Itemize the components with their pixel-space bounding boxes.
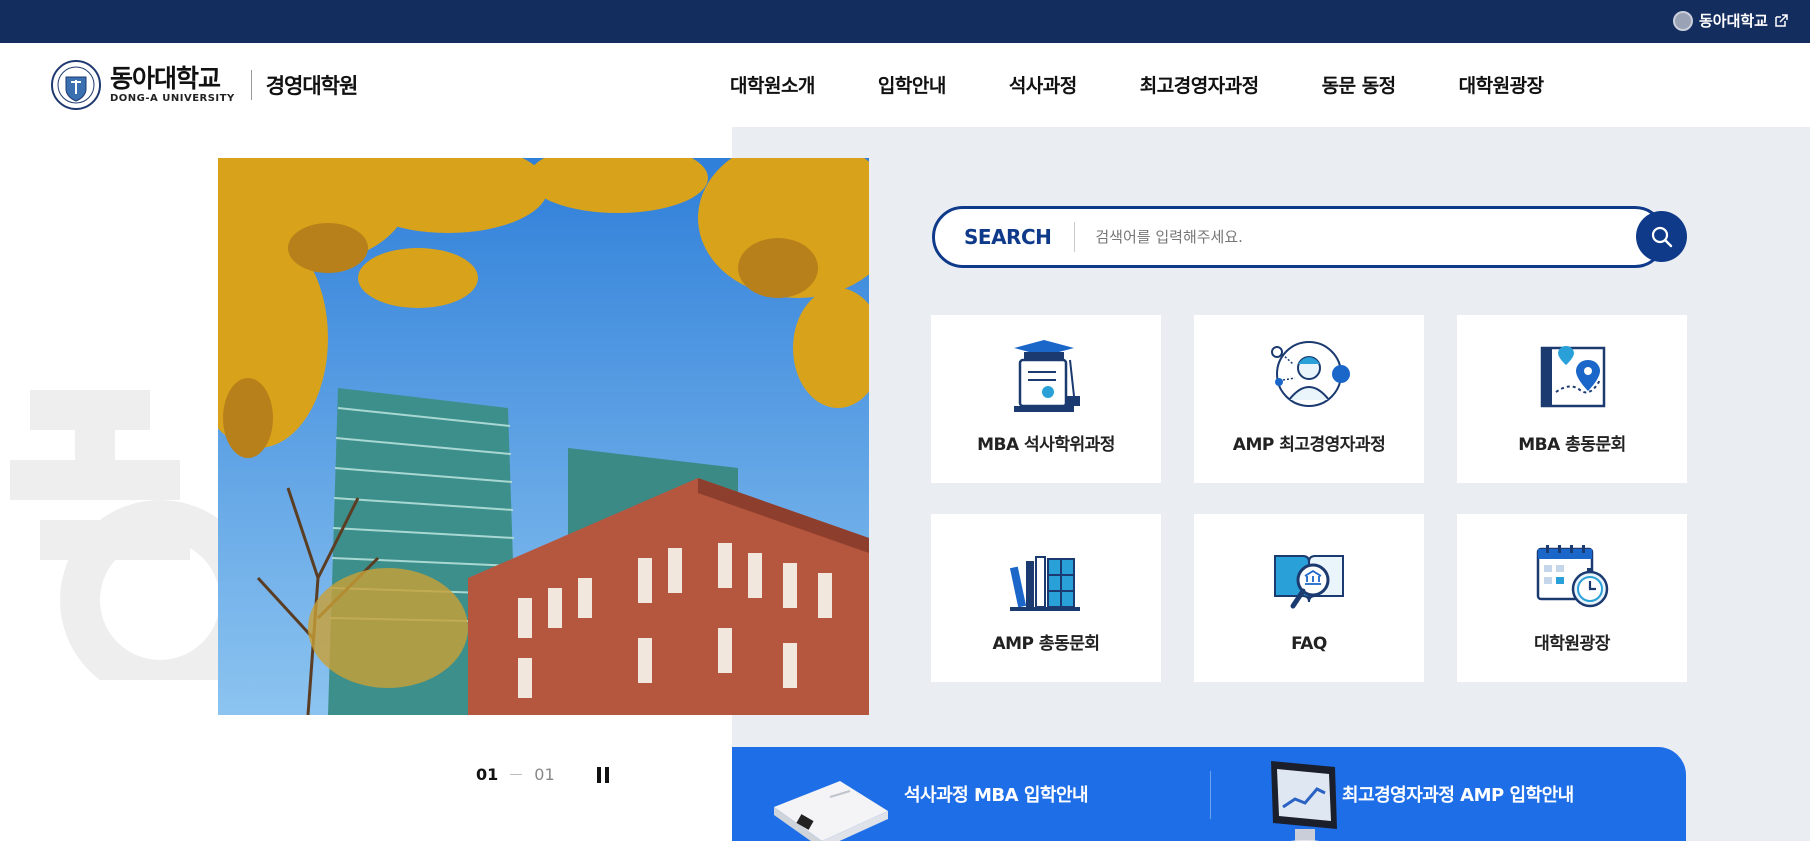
nav-item-masters[interactable]: 석사과정 [1009, 71, 1077, 98]
campus-photo-icon [218, 158, 869, 715]
pause-icon[interactable] [596, 766, 609, 783]
search-separator [1074, 222, 1076, 252]
search-button[interactable] [1636, 211, 1687, 262]
university-home-link[interactable]: 동아대학교 [1672, 10, 1788, 31]
quick-menu-mba-degree[interactable]: MBA 석사학위과정 [931, 315, 1161, 483]
quick-menu-plaza[interactable]: 대학원광장 [1457, 514, 1687, 682]
slide-total-number: 01 [534, 765, 555, 784]
logo-divider [250, 70, 252, 100]
hero-campus-image [218, 158, 869, 715]
university-emblem-icon [51, 60, 101, 110]
document-folder-icon [774, 781, 888, 841]
quick-menu-label: FAQ [1291, 634, 1327, 654]
quick-menu-label: MBA 총동문회 [1518, 435, 1626, 455]
site-logo[interactable]: 동아대학교 DONG-A UNIVERSITY 경영대학원 [50, 59, 359, 111]
nav-item-about[interactable]: 대학원소개 [730, 71, 815, 98]
university-home-label: 동아대학교 [1698, 12, 1768, 30]
quick-menu-mba-alumni[interactable]: MBA 총동문회 [1457, 315, 1687, 483]
diploma-icon [1014, 340, 1080, 412]
logo-english-name: DONG-A UNIVERSITY [110, 93, 235, 104]
books-icon [1009, 556, 1080, 611]
admission-banner: 석사과정 MBA 입학안내 최고경영자과정 AMP 입학안내 [732, 747, 1686, 841]
amp-admission-link[interactable]: 최고경영자과정 AMP 입학안내 [1209, 747, 1686, 841]
university-seal-icon [1672, 10, 1693, 31]
search-icon [1651, 226, 1672, 247]
calendar-clock-icon [1536, 545, 1609, 608]
external-link-icon [1775, 13, 1788, 27]
site-header: 동아대학교 DONG-A UNIVERSITY 경영대학원 대학원소개 입학안내… [0, 43, 1810, 127]
quick-menu-grid: MBA 석사학위과정 AMP 최고경영자과정 MBA 총동문회 AMP 총동문회… [931, 315, 1687, 682]
top-utility-bar: 동아대학교 [0, 0, 1810, 43]
search-label: SEARCH [964, 225, 1052, 249]
mba-admission-label: 석사과정 MBA 입학안내 [904, 785, 1089, 806]
search-input[interactable] [1095, 228, 1616, 246]
map-pin-icon [1540, 346, 1606, 408]
nav-item-executive[interactable]: 최고경영자과정 [1140, 71, 1259, 98]
hero-slider-pager: 01 01 [476, 765, 609, 784]
quick-menu-label: AMP 최고경영자과정 [1232, 435, 1386, 455]
amp-admission-label: 최고경영자과정 AMP 입학안내 [1342, 785, 1574, 806]
quick-menu-label: AMP 총동문회 [992, 634, 1100, 654]
logo-korean-name: 동아대학교 [110, 64, 221, 93]
slide-current-number: 01 [476, 765, 499, 784]
school-name: 경영대학원 [265, 74, 359, 98]
executive-icon [1271, 341, 1350, 407]
pager-separator [510, 774, 523, 775]
quick-menu-label: MBA 석사학위과정 [977, 435, 1115, 455]
nav-item-plaza[interactable]: 대학원광장 [1459, 71, 1544, 98]
nav-item-admission[interactable]: 입학안내 [878, 71, 946, 98]
quick-menu-amp-alumni[interactable]: AMP 총동문회 [931, 514, 1161, 682]
quick-menu-amp-executive[interactable]: AMP 최고경영자과정 [1194, 315, 1424, 483]
search-box: SEARCH [932, 206, 1666, 268]
nav-item-alumni-news[interactable]: 동문 동정 [1322, 71, 1397, 98]
mba-admission-link[interactable]: 석사과정 MBA 입학안내 [732, 747, 1209, 841]
magnifier-book-icon [1274, 555, 1344, 609]
quick-menu-label: 대학원광장 [1534, 634, 1610, 654]
quick-menu-faq[interactable]: FAQ [1194, 514, 1424, 682]
main-navigation: 대학원소개 입학안내 석사과정 최고경영자과정 동문 동정 대학원광장 [730, 71, 1607, 98]
